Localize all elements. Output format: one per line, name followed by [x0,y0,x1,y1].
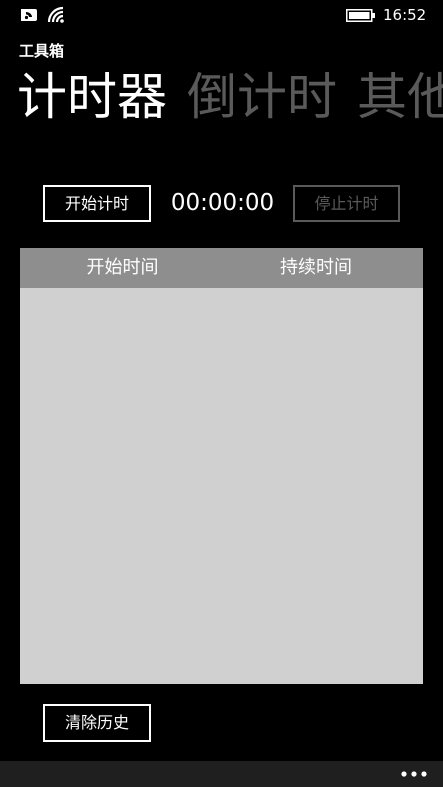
pivot-item-timer[interactable]: 计时器 [17,62,167,132]
clear-history-button[interactable]: 清除历史 [43,704,151,742]
history-list[interactable]: 开始时间 持续时间 [20,248,423,684]
stop-timer-button[interactable]: 停止计时 [293,185,400,222]
battery-icon [346,9,375,22]
pivot-header: 计时器 倒计时 其他 [17,62,443,132]
history-header: 开始时间 持续时间 [20,248,423,288]
column-header-start-time: 开始时间 [86,257,159,278]
status-time: 16:52 [383,6,427,24]
timer-display: 00:00:00 [170,190,275,216]
start-timer-button[interactable]: 开始计时 [43,185,151,222]
pivot-item-countdown[interactable]: 倒计时 [187,62,337,132]
pivot-item-other[interactable]: 其他 [357,62,443,132]
more-dots-icon[interactable] [401,771,427,777]
signal-icon [21,9,37,21]
column-header-duration: 持续时间 [280,257,352,278]
app-bar [0,761,443,787]
wifi-icon [47,6,64,23]
app-title: 工具箱 [19,42,65,60]
status-bar: 16:52 [0,0,443,30]
